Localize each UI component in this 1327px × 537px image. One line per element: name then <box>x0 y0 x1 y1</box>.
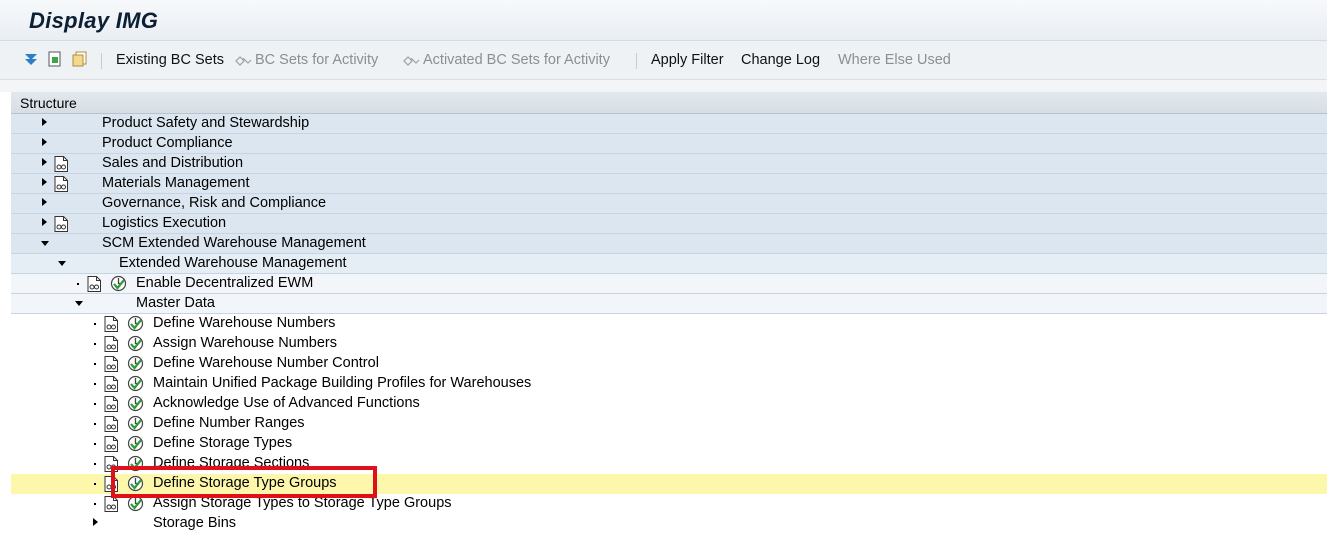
documentation-icon[interactable] <box>104 496 118 512</box>
highlight-box <box>111 466 377 498</box>
tree-node[interactable]: SCM Extended Warehouse Management <box>11 234 1327 254</box>
tree-node[interactable]: Product Compliance <box>11 134 1327 154</box>
apply-filter-button[interactable]: Apply Filter <box>651 52 724 68</box>
leaf-bullet-icon <box>94 343 96 345</box>
leaf-bullet-icon <box>94 423 96 425</box>
tree-node[interactable]: Governance, Risk and Compliance <box>11 194 1327 214</box>
leaf-bullet-icon <box>94 363 96 365</box>
execute-activity-icon[interactable] <box>127 375 144 392</box>
execute-activity-icon[interactable] <box>110 275 127 292</box>
change-log-button[interactable]: Change Log <box>741 52 820 68</box>
leaf-bullet-icon <box>94 483 96 485</box>
tree-node-label[interactable]: Assign Warehouse Numbers <box>153 335 337 351</box>
leaf-bullet-icon <box>94 503 96 505</box>
tree-node-label[interactable]: Governance, Risk and Compliance <box>102 195 326 211</box>
tree-node-label[interactable]: Sales and Distribution <box>102 155 243 171</box>
expand-arrow-icon[interactable] <box>42 118 47 126</box>
leaf-bullet-icon <box>94 383 96 385</box>
expand-arrow-icon[interactable] <box>93 518 98 526</box>
tree-node[interactable]: Product Safety and Stewardship <box>11 114 1327 134</box>
documentation-icon[interactable] <box>54 176 68 192</box>
execute-activity-icon[interactable] <box>127 435 144 452</box>
leaf-bullet-icon <box>77 283 79 285</box>
collapse-arrow-icon[interactable] <box>75 301 83 306</box>
expand-arrow-icon[interactable] <box>42 138 47 146</box>
tree-node-label[interactable]: Materials Management <box>102 175 250 191</box>
where-else-used-button[interactable]: Where Else Used <box>838 52 951 68</box>
documentation-icon[interactable] <box>104 396 118 412</box>
find-icon[interactable] <box>47 51 63 67</box>
expand-arrow-icon[interactable] <box>42 218 47 226</box>
documentation-icon[interactable] <box>87 276 101 292</box>
tree-node-label[interactable]: Logistics Execution <box>102 215 226 231</box>
expand-all-icon[interactable] <box>23 51 39 67</box>
tree-node[interactable]: Enable Decentralized EWM <box>11 274 1327 294</box>
documentation-icon[interactable] <box>104 336 118 352</box>
collapse-arrow-icon[interactable] <box>41 241 49 246</box>
expand-arrow-icon[interactable] <box>42 198 47 206</box>
execute-activity-icon[interactable] <box>127 355 144 372</box>
leaf-bullet-icon <box>94 443 96 445</box>
tree-node-label[interactable]: Product Compliance <box>102 135 233 151</box>
tree-node[interactable]: Assign Warehouse Numbers <box>11 334 1327 354</box>
tree-node[interactable]: Logistics Execution <box>11 214 1327 234</box>
tree-node-label[interactable]: Master Data <box>136 295 215 311</box>
bc-set-icon <box>403 56 420 66</box>
leaf-bullet-icon <box>94 403 96 405</box>
documentation-icon[interactable] <box>104 356 118 372</box>
expand-arrow-icon[interactable] <box>42 158 47 166</box>
tree-node-label[interactable]: Acknowledge Use of Advanced Functions <box>153 395 420 411</box>
tree-node-label[interactable]: Define Storage Types <box>153 435 292 451</box>
documentation-icon[interactable] <box>54 156 68 172</box>
bc-set-icon <box>235 56 252 66</box>
tree-node-label[interactable]: Maintain Unified Package Building Profil… <box>153 375 531 391</box>
tree-node[interactable]: Define Number Ranges <box>11 414 1327 434</box>
structure-header-label: Structure <box>20 95 77 111</box>
execute-activity-icon[interactable] <box>127 335 144 352</box>
tree-node[interactable]: Materials Management <box>11 174 1327 194</box>
tree-node[interactable]: Define Warehouse Numbers <box>11 314 1327 334</box>
collapse-arrow-icon[interactable] <box>58 261 66 266</box>
tree-node[interactable]: Master Data <box>11 294 1327 314</box>
window-title: Display IMG <box>29 8 159 33</box>
structure-header: Structure <box>11 92 1327 114</box>
existing-bc-sets-button[interactable]: Existing BC Sets <box>116 52 224 68</box>
documentation-icon[interactable] <box>104 316 118 332</box>
execute-activity-icon[interactable] <box>127 415 144 432</box>
documentation-icon[interactable] <box>104 416 118 432</box>
expand-arrow-icon[interactable] <box>42 178 47 186</box>
tree-node-label[interactable]: Define Warehouse Number Control <box>153 355 379 371</box>
tree-node[interactable]: Define Storage Types <box>11 434 1327 454</box>
tree-node-label[interactable]: Extended Warehouse Management <box>119 255 347 271</box>
bc-sets-for-activity-button[interactable]: BC Sets for Activity <box>255 52 378 68</box>
title-bar: Display IMG <box>0 0 1327 41</box>
tree-node-label[interactable]: Define Number Ranges <box>153 415 305 431</box>
application-toolbar: Existing BC Sets BC Sets for Activity Ac… <box>0 41 1327 80</box>
tree-node-label[interactable]: SCM Extended Warehouse Management <box>102 235 366 251</box>
tree-node[interactable]: Acknowledge Use of Advanced Functions <box>11 394 1327 414</box>
documentation-icon[interactable] <box>104 436 118 452</box>
tree-node[interactable]: Maintain Unified Package Building Profil… <box>11 374 1327 394</box>
toolbar-gap <box>0 80 1327 92</box>
tree-node[interactable]: Storage Bins <box>11 514 1327 534</box>
activated-bc-sets-button[interactable]: Activated BC Sets for Activity <box>423 52 610 68</box>
execute-activity-icon[interactable] <box>127 395 144 412</box>
tree-node[interactable]: Extended Warehouse Management <box>11 254 1327 274</box>
tree-node-label[interactable]: Enable Decentralized EWM <box>136 275 313 291</box>
tree-node[interactable]: Sales and Distribution <box>11 154 1327 174</box>
leaf-bullet-icon <box>94 463 96 465</box>
leaf-bullet-icon <box>94 323 96 325</box>
tree-node[interactable]: Define Warehouse Number Control <box>11 354 1327 374</box>
copy-icon[interactable] <box>72 51 88 67</box>
documentation-icon[interactable] <box>104 376 118 392</box>
toolbar-separator <box>636 53 637 69</box>
tree-node-label[interactable]: Storage Bins <box>153 515 236 531</box>
tree-node-label[interactable]: Define Warehouse Numbers <box>153 315 335 331</box>
execute-activity-icon[interactable] <box>127 315 144 332</box>
documentation-icon[interactable] <box>54 216 68 232</box>
toolbar-separator <box>101 53 102 69</box>
tree-node-label[interactable]: Product Safety and Stewardship <box>102 115 309 131</box>
